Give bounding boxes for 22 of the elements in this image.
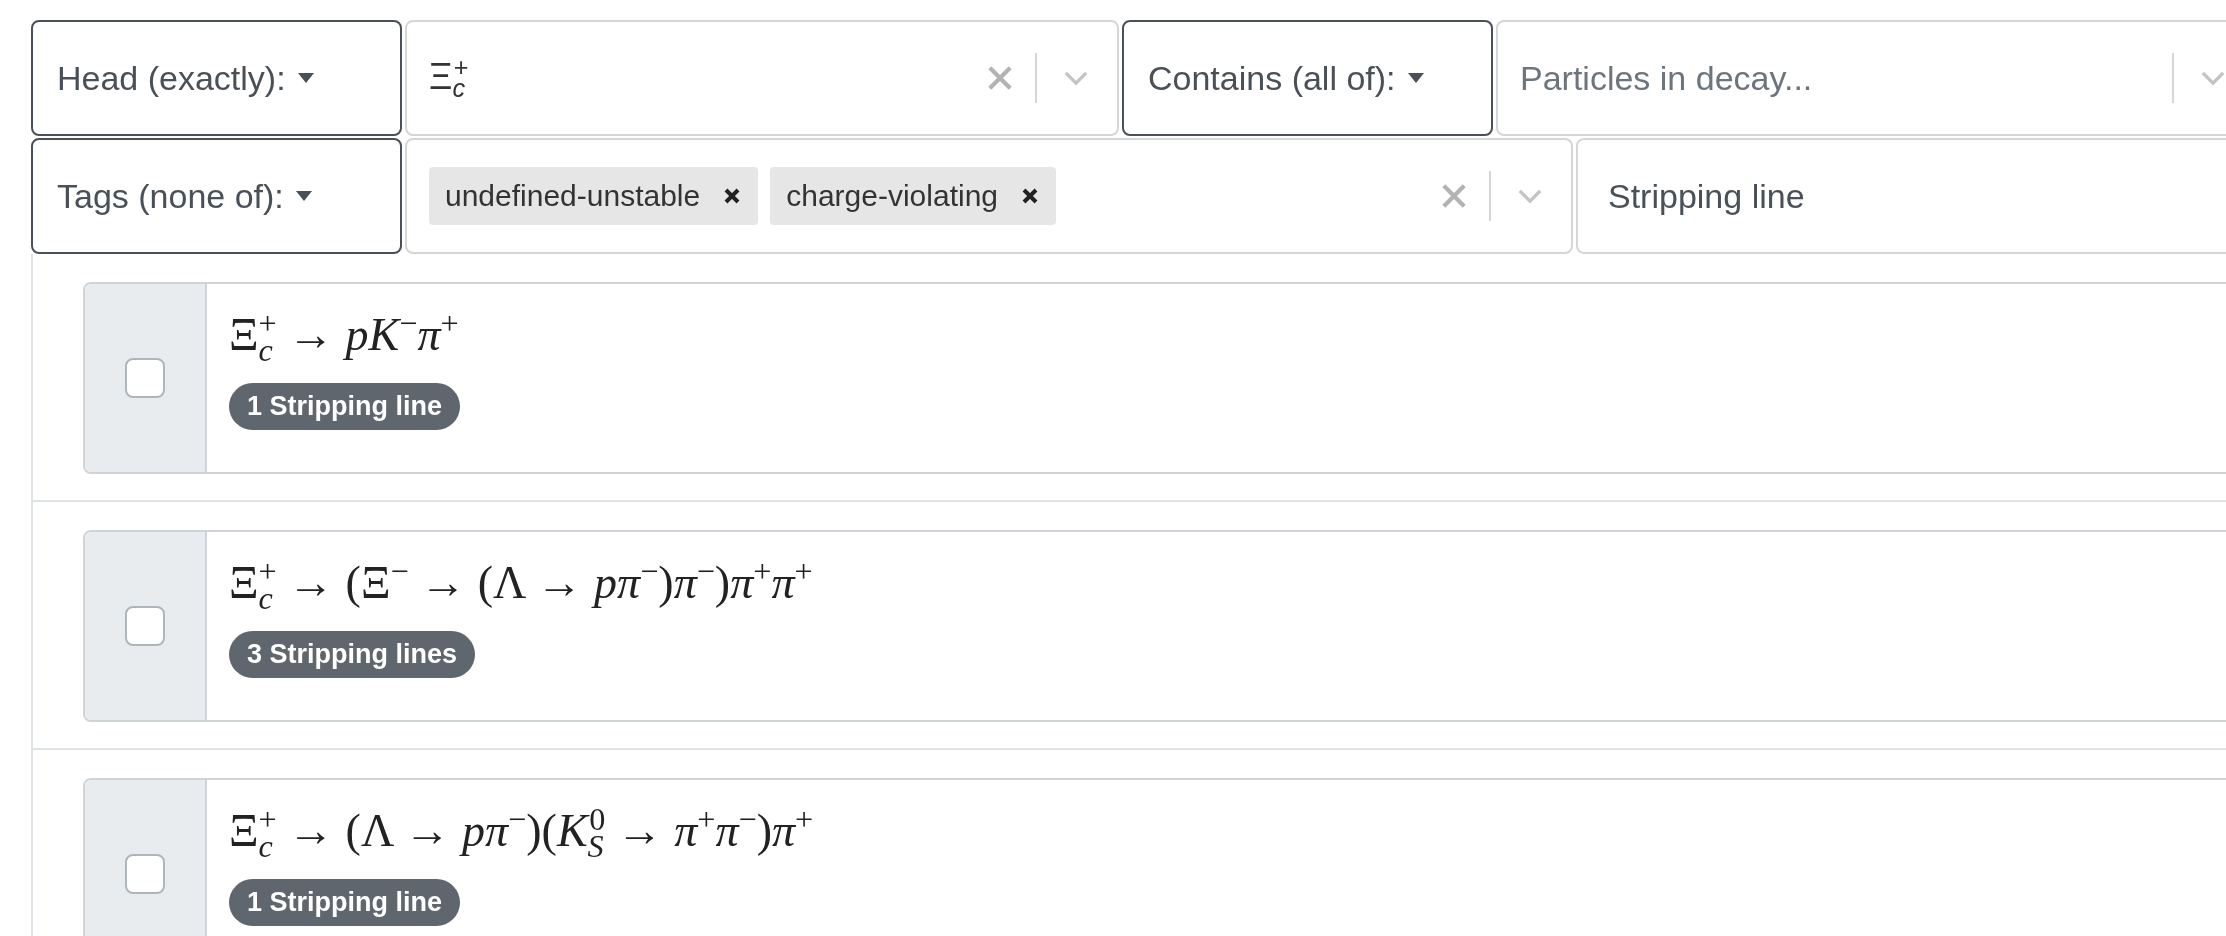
- checkbox[interactable]: [125, 854, 165, 894]
- checkbox[interactable]: [125, 606, 165, 646]
- tag-chip: undefined-unstable: [429, 167, 759, 225]
- select-field[interactable]: undefined-unstable charge-violating: [405, 138, 1573, 254]
- remove-icon[interactable]: [1020, 186, 1040, 206]
- decay-formula: Ξ$_{c}$$^{+}$ → (Λ → pπ$^{−}$)(K$_{S}$$^{0}$ → π$^{+}$π$^{−}$)π$^{+}$: [229, 800, 814, 866]
- caret-icon: [295, 191, 312, 201]
- stripping-line-input[interactable]: Stripping line: [1576, 138, 2226, 254]
- select-field[interactable]: Particles in decay...: [1496, 20, 2226, 136]
- stripping-line-badge[interactable]: 1 Stripping line: [229, 383, 460, 431]
- filter-mode-dropdown[interactable]: Tags (none of):: [31, 138, 402, 254]
- decay-formula: Ξ$_{c}$$^{+}$ → (Ξ$^{−}$ → (Λ → pπ$^{−}$)π$^{−}$)π$^{+}$π$^{+}$: [229, 552, 813, 618]
- filter-mode-dropdown[interactable]: Contains (all of):: [1122, 20, 1493, 136]
- select-placeholder: Particles in decay...: [1520, 58, 1813, 98]
- stripping-line-badge[interactable]: 3 Stripping lines: [229, 631, 476, 679]
- decay-formula: Ξ$_{c}$$^{+}$ → pK$^{−}$π$^{+}$: [229, 304, 459, 370]
- caret-icon: [297, 73, 314, 83]
- checkbox[interactable]: [125, 358, 165, 398]
- tag-chip: charge-violating: [770, 167, 1056, 225]
- filter-mode-dropdown[interactable]: Head (exactly):: [31, 20, 402, 136]
- caret-icon: [1407, 73, 1424, 83]
- stripping-line-badge[interactable]: 1 Stripping line: [229, 879, 460, 927]
